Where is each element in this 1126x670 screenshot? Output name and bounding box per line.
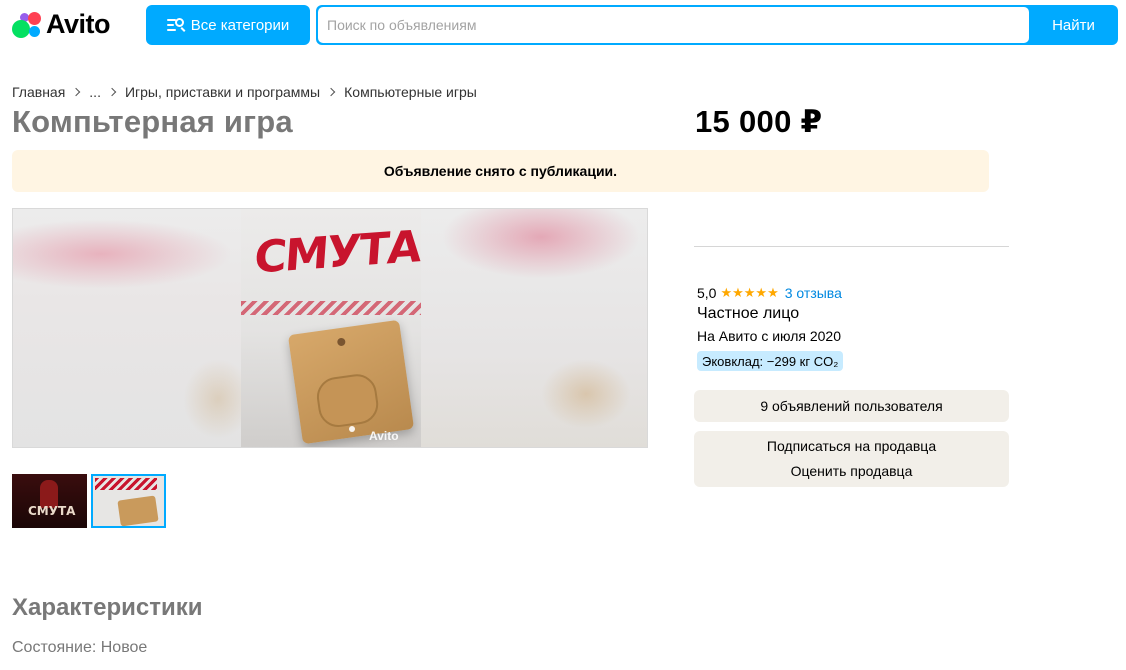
breadcrumb-item-pc-games[interactable]: Компьютерные игры	[344, 84, 477, 100]
search-input[interactable]	[318, 7, 1029, 43]
thumbnail-art-text: СМУТА	[28, 504, 76, 518]
gallery-pager-dot	[349, 426, 355, 432]
rate-seller-button[interactable]: Оценить продавца	[694, 463, 1009, 479]
divider	[694, 246, 1009, 247]
photo-art-text: СМУТА	[252, 221, 421, 284]
characteristic-condition: Состояние: Новое	[12, 639, 147, 657]
all-categories-button[interactable]: Все категории	[146, 5, 310, 45]
unpublished-notice: Объявление снято с публикации.	[12, 150, 989, 192]
characteristic-value: Новое	[100, 639, 148, 656]
user-ads-button[interactable]: 9 объявлений пользователя	[694, 390, 1009, 422]
reviews-link[interactable]: 3 отзыва	[785, 285, 842, 301]
gallery-blur-right	[421, 209, 647, 447]
search-bar: Найти	[316, 5, 1118, 45]
categories-search-icon	[166, 18, 186, 32]
seller-actions: Подписаться на продавца Оценить продавца	[694, 431, 1009, 487]
listing-price: 15 000 ₽	[695, 104, 823, 139]
seller-rating: 5,0 ★★★★★ 3 отзыва	[697, 285, 842, 301]
seller-type[interactable]: Частное лицо	[697, 305, 799, 323]
avito-logo-icon	[12, 10, 44, 38]
logo-text: Avito	[46, 8, 111, 39]
avito-logo[interactable]: Avito	[12, 8, 111, 40]
breadcrumb-item-ellipsis[interactable]: ...	[89, 84, 101, 100]
avito-watermark: Avito	[369, 429, 399, 443]
main-photo[interactable]: СМУТА Avito	[241, 209, 421, 447]
thumbnail-pattern	[95, 478, 157, 490]
breadcrumb-item-games-consoles[interactable]: Игры, приставки и программы	[125, 84, 320, 100]
gallery-blur-left	[13, 209, 253, 447]
thumbnail-2-selected[interactable]	[91, 474, 166, 528]
listing-title: Компьтерная игра	[12, 104, 293, 139]
seller-since: На Авито с июля 2020	[697, 328, 841, 344]
photo-pattern	[241, 301, 421, 315]
all-categories-label: Все категории	[190, 16, 290, 34]
characteristic-label: Состояние:	[12, 639, 97, 656]
search-button[interactable]: Найти	[1029, 5, 1118, 45]
chevron-right-icon	[107, 87, 117, 97]
breadcrumb-item-home[interactable]: Главная	[12, 84, 65, 100]
header: Avito Все категории Найти	[0, 0, 1126, 50]
breadcrumb: Главная ... Игры, приставки и программы …	[12, 84, 477, 100]
eco-badge[interactable]: Эковклад: −299 кг CO₂	[697, 351, 844, 371]
characteristics-title: Характеристики	[12, 594, 203, 621]
rating-value: 5,0	[697, 285, 717, 301]
star-icon: ★★★★★	[720, 285, 779, 300]
chevron-right-icon	[72, 87, 81, 97]
thumbnail-box	[117, 495, 159, 526]
thumbnail-1[interactable]: СМУТА	[12, 474, 87, 528]
chevron-right-icon	[326, 87, 336, 97]
subscribe-seller-button[interactable]: Подписаться на продавца	[694, 438, 1009, 454]
photo-gallery[interactable]: СМУТА Avito	[12, 208, 648, 448]
